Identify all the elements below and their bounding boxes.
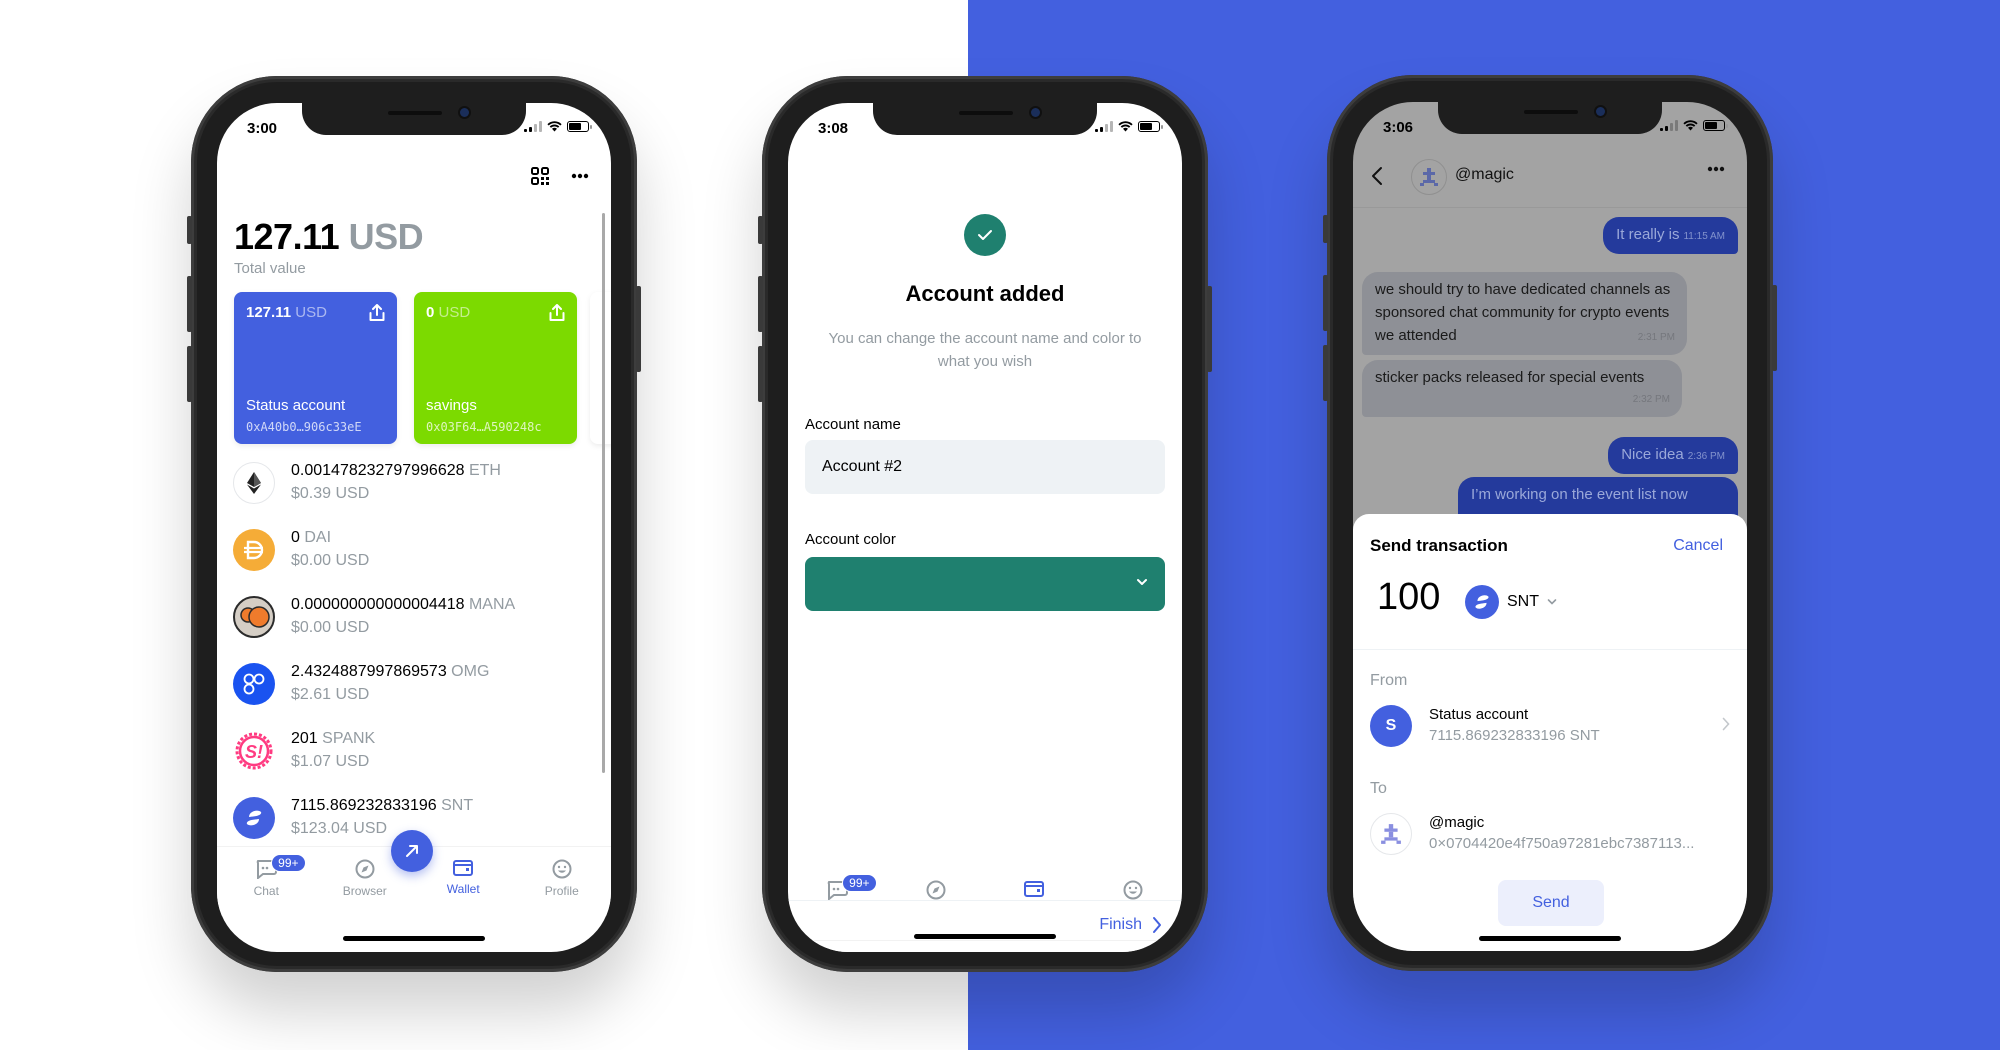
- omg-icon: [233, 663, 275, 705]
- wifi-icon: [1683, 120, 1698, 131]
- smiley-icon: [552, 859, 572, 879]
- battery-icon: [567, 121, 592, 132]
- home-indicator[interactable]: [1479, 936, 1621, 941]
- message-outgoing: Nice idea 2:36 PM: [1608, 437, 1738, 474]
- tab-profile[interactable]: Profile: [513, 847, 612, 916]
- phone-send-transaction: 3:06 @magic It really is 11:15 AM we shou…: [1323, 75, 1777, 971]
- from-label: From: [1370, 672, 1408, 689]
- message-incoming: we should try to have dedicated channels…: [1362, 272, 1687, 355]
- unread-badge: 99+: [842, 874, 877, 892]
- token-row-eth[interactable]: 0.001478232797996628 ETH $0.39 USD: [233, 458, 573, 510]
- phone-wallet: 3:00 127.11 USD Total value 127.11 USD S…: [187, 76, 641, 972]
- wallet-screen: 3:00 127.11 USD Total value 127.11 USD S…: [217, 103, 611, 952]
- asset-selector[interactable]: SNT: [1465, 585, 1557, 619]
- tab-bar: [788, 940, 1182, 952]
- send-transaction-sheet: Send transaction Cancel 100 SNT From S S…: [1353, 514, 1747, 951]
- compass-icon: [355, 859, 375, 879]
- to-label: To: [1370, 780, 1387, 797]
- account-color-label: Account color: [805, 531, 896, 548]
- wallet-icon: [453, 860, 474, 876]
- account-card-add[interactable]: [590, 292, 611, 444]
- status-time: 3:06: [1383, 119, 1414, 136]
- tab-wallet[interactable]: [985, 860, 1084, 930]
- chat-screen: 3:06 @magic It really is 11:15 AM we shou…: [1353, 102, 1747, 951]
- share-icon[interactable]: [369, 304, 385, 322]
- account-card-savings[interactable]: 0 USD savings 0x03F64…A590248c: [414, 292, 577, 444]
- battery-icon: [1703, 120, 1728, 131]
- svg-text:S!: S!: [245, 742, 263, 762]
- chevron-down-icon: [1137, 579, 1147, 585]
- tab-chat[interactable]: 99+ Chat: [217, 847, 316, 916]
- chat-header: @magic: [1353, 146, 1747, 208]
- spank-icon: S!: [233, 730, 275, 772]
- account-name-input[interactable]: Account #2: [805, 440, 1165, 494]
- scrollbar[interactable]: [602, 213, 605, 773]
- share-icon[interactable]: [549, 304, 565, 322]
- account-name-label: Account name: [805, 416, 901, 433]
- contact-avatar[interactable]: [1411, 159, 1447, 195]
- token-row-mana[interactable]: 0.000000000000004418 MANA $0.00 USD: [233, 592, 573, 644]
- snt-icon: [1465, 585, 1499, 619]
- tab-bar-icons: 99+: [788, 860, 1182, 930]
- recipient-identicon-icon: [1370, 813, 1412, 855]
- tab-profile[interactable]: [1084, 860, 1183, 930]
- more-icon[interactable]: [1707, 166, 1725, 172]
- send-arrow-icon: [406, 845, 418, 857]
- status-time: 3:00: [247, 120, 278, 137]
- divider: [1353, 649, 1747, 650]
- token-row-dai[interactable]: 0 DAI $0.00 USD: [233, 525, 573, 577]
- sheet-title: Send transaction: [1370, 536, 1508, 555]
- mana-icon: [233, 596, 275, 638]
- send-button[interactable]: Send: [1498, 880, 1604, 926]
- qr-code-icon[interactable]: [531, 167, 549, 185]
- token-row-omg[interactable]: 2.4324887997869573 OMG $2.61 USD: [233, 659, 573, 711]
- snt-icon: [233, 797, 275, 839]
- cancel-button[interactable]: Cancel: [1673, 537, 1723, 555]
- phone-account-added: 3:08 Account added You can change the ac…: [758, 76, 1212, 972]
- account-name: Status account: [246, 397, 346, 414]
- success-check-icon: [964, 214, 1006, 256]
- home-indicator[interactable]: [914, 934, 1056, 939]
- tab-chat[interactable]: 99+: [788, 860, 887, 930]
- signal-icon: [1095, 121, 1113, 132]
- contact-name[interactable]: @magic: [1455, 166, 1514, 184]
- compass-icon: [926, 880, 946, 900]
- wifi-icon: [547, 121, 562, 132]
- smiley-icon: [1123, 880, 1143, 900]
- unread-badge: 99+: [271, 854, 306, 872]
- back-icon[interactable]: [1371, 166, 1383, 186]
- account-address: 0x03F64…A590248c: [426, 420, 542, 434]
- total-value-label: Total value: [234, 260, 306, 277]
- eth-icon: [233, 462, 275, 504]
- chevron-right-icon: [1722, 717, 1730, 731]
- wifi-icon: [1118, 121, 1133, 132]
- message-outgoing: It really is 11:15 AM: [1603, 217, 1738, 254]
- page-subtitle: You can change the account name and colo…: [828, 330, 1142, 370]
- identicon-icon: [1420, 168, 1438, 186]
- account-added-screen: 3:08 Account added You can change the ac…: [788, 103, 1182, 952]
- total-balance: 127.11 USD: [234, 216, 424, 257]
- page-title: Account added: [905, 281, 1065, 306]
- more-icon[interactable]: [571, 173, 589, 179]
- battery-icon: [1138, 121, 1163, 132]
- wallet-icon: [1024, 881, 1045, 897]
- token-row-spank[interactable]: S! 201 SPANK $1.07 USD: [233, 726, 573, 778]
- amount-input[interactable]: 100: [1377, 576, 1440, 619]
- status-time: 3:08: [818, 120, 849, 137]
- account-address: 0xA40b0…906c33eE: [246, 420, 362, 434]
- signal-icon: [1660, 120, 1678, 131]
- home-indicator[interactable]: [343, 936, 485, 941]
- dai-icon: [233, 529, 275, 571]
- message-incoming: sticker packs released for special event…: [1362, 360, 1682, 417]
- account-avatar: S: [1370, 705, 1412, 747]
- account-card-status[interactable]: 127.11 USD Status account 0xA40b0…906c33…: [234, 292, 397, 444]
- send-fab-button[interactable]: [391, 830, 433, 872]
- tab-browser[interactable]: [887, 860, 986, 930]
- signal-icon: [524, 121, 542, 132]
- account-color-select[interactable]: [805, 557, 1165, 611]
- account-name: savings: [426, 397, 477, 414]
- to-recipient[interactable]: @magic 0×0704420e4f750a97281ebc7387113..…: [1370, 809, 1730, 859]
- from-account[interactable]: S Status account 7115.869232833196 SNT: [1370, 701, 1730, 751]
- chevron-down-icon: [1547, 599, 1557, 605]
